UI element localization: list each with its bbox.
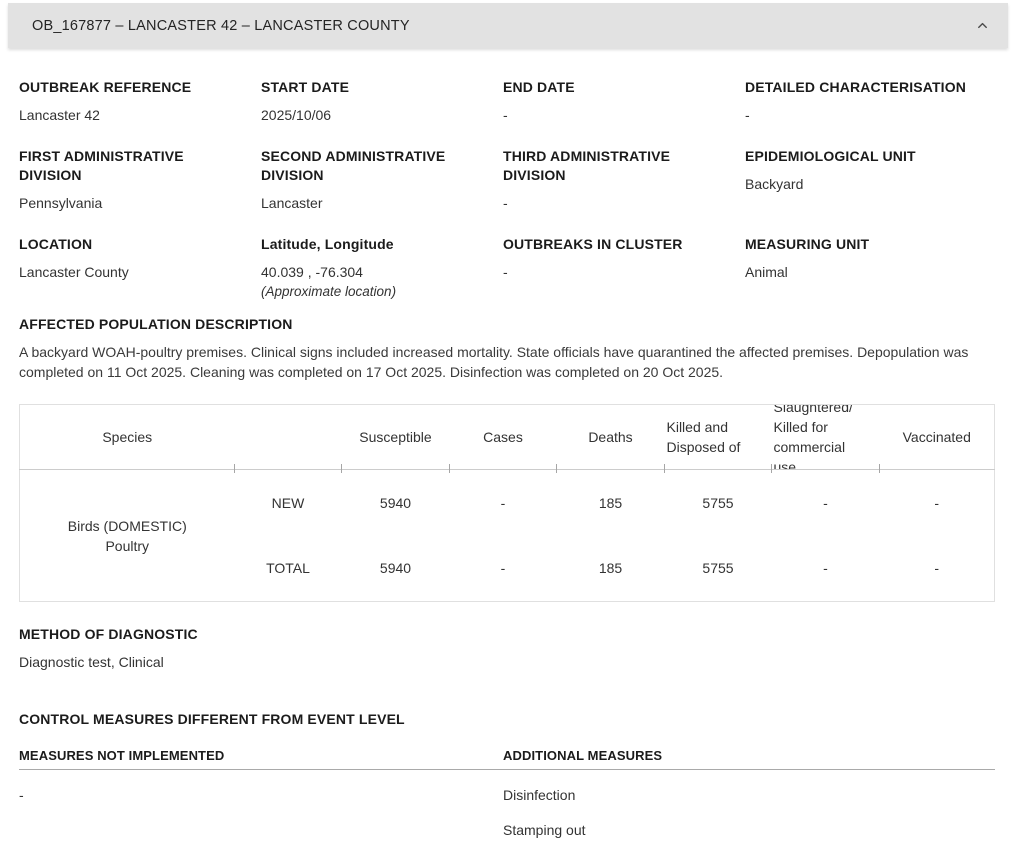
field-value: Lancaster — [261, 195, 323, 211]
measures-body: - Disinfection Stamping out — [19, 770, 995, 840]
outbreak-accordion-header[interactable]: OB_167877 – LANCASTER 42 – LANCASTER COU… — [8, 3, 1008, 48]
outbreak-fields-grid: OUTBREAK REFERENCE Lancaster 42 START DA… — [19, 78, 995, 301]
row-type-cell: TOTAL — [266, 560, 310, 577]
chevron-up-icon[interactable] — [975, 18, 990, 33]
cases-cell: - — [500, 560, 506, 577]
field-label: OUTBREAKS IN CLUSTER — [503, 236, 683, 252]
field-measuring-unit: MEASURING UNIT Animal — [745, 235, 995, 301]
field-location: LOCATION Lancaster County — [19, 235, 261, 301]
field-label: Latitude, Longitude — [261, 236, 394, 252]
field-value: - — [503, 107, 508, 123]
measures-not-implemented-list: - — [19, 770, 503, 805]
field-label: MEASURING UNIT — [745, 236, 870, 252]
approximate-location-note: (Approximate location) — [261, 284, 397, 299]
table-row-new: Birds (DOMESTIC) Poultry NEW 5940 - 185 … — [20, 470, 995, 554]
field-value: 2025/10/06 — [261, 107, 332, 123]
field-label: DETAILED CHARACTERISATION — [745, 79, 967, 95]
measure-item: - — [19, 787, 24, 803]
field-label: END DATE — [503, 79, 575, 95]
species-name-line1: Birds (DOMESTIC) — [67, 517, 187, 534]
field-outbreaks-in-cluster: OUTBREAKS IN CLUSTER - — [503, 235, 745, 301]
deaths-cell: 185 — [598, 494, 623, 511]
cases-cell: - — [500, 494, 506, 511]
vaccinated-cell: - — [934, 494, 940, 511]
field-start-date: START DATE 2025/10/06 — [261, 78, 503, 125]
col-deaths: Deaths — [555, 404, 665, 473]
field-value: Animal — [745, 264, 788, 280]
affected-population-heading: AFFECTED POPULATION DESCRIPTION — [19, 316, 293, 332]
field-third-admin-division: THIRD ADMINISTRATIVE DIVISION - — [503, 147, 745, 213]
slaughtered-cell: - — [823, 560, 828, 577]
measures-not-implemented-heading: MEASURES NOT IMPLEMENTED — [19, 748, 225, 763]
col-killed-and-disposed: Killed and Disposed of — [663, 404, 772, 473]
col-slaughtered-commercial: Slaughtered/ Killed for commercial use — [770, 404, 880, 473]
field-value: Lancaster 42 — [19, 107, 100, 123]
killed-disposed-cell: 5755 — [702, 560, 734, 577]
col-row-type — [233, 404, 342, 473]
field-label: START DATE — [261, 79, 350, 95]
method-of-diagnostic-heading: METHOD OF DIAGNOSTIC — [19, 626, 198, 642]
method-of-diagnostic-value: Diagnostic test, Clinical — [19, 654, 164, 670]
outbreak-detail-panel: OUTBREAK REFERENCE Lancaster 42 START DA… — [0, 78, 1014, 840]
measure-item: Stamping out — [503, 822, 586, 838]
field-value: - — [745, 107, 750, 123]
field-end-date: END DATE - — [503, 78, 745, 125]
col-cases: Cases — [448, 404, 557, 473]
species-cell: Birds (DOMESTIC) Poultry — [20, 470, 235, 602]
field-label: OUTBREAK REFERENCE — [19, 79, 192, 95]
measures-header-row: MEASURES NOT IMPLEMENTED ADDITIONAL MEAS… — [19, 746, 995, 770]
field-label: THIRD ADMINISTRATIVE DIVISION — [503, 148, 671, 183]
species-name-line2: Poultry — [105, 537, 150, 554]
row-type-cell: NEW — [271, 494, 305, 511]
susceptible-cell: 5940 — [379, 494, 412, 511]
slaughtered-cell: - — [823, 494, 828, 511]
field-value: Lancaster County — [19, 264, 129, 280]
table-header-row: Species Susceptible Cases Deaths Killed … — [19, 404, 995, 473]
field-label: LOCATION — [19, 236, 93, 252]
outbreak-title: OB_167877 – LANCASTER 42 – LANCASTER COU… — [32, 17, 410, 34]
field-value: - — [503, 195, 508, 211]
field-latitude-longitude: Latitude, Longitude 40.039 , -76.304 (Ap… — [261, 235, 503, 301]
field-label: SECOND ADMINISTRATIVE DIVISION — [261, 148, 446, 183]
field-outbreak-reference: OUTBREAK REFERENCE Lancaster 42 — [19, 78, 261, 125]
col-species: Species — [19, 404, 235, 470]
field-label: FIRST ADMINISTRATIVE DIVISION — [19, 148, 184, 183]
field-second-admin-division: SECOND ADMINISTRATIVE DIVISION Lancaster — [261, 147, 503, 213]
field-value: Backyard — [745, 176, 804, 192]
field-first-admin-division: FIRST ADMINISTRATIVE DIVISION Pennsylvan… — [19, 147, 261, 213]
susceptible-cell: 5940 — [379, 560, 412, 577]
species-quantities-table: Species Susceptible Cases Deaths Killed … — [19, 404, 995, 602]
control-measures-heading: CONTROL MEASURES DIFFERENT FROM EVENT LE… — [19, 711, 405, 727]
field-label: EPIDEMIOLOGICAL UNIT — [745, 148, 916, 164]
col-susceptible: Susceptible — [340, 404, 450, 473]
deaths-cell: 185 — [598, 560, 623, 577]
additional-measures-heading: ADDITIONAL MEASURES — [503, 748, 663, 763]
measure-item: Disinfection — [503, 787, 576, 803]
field-epidemiological-unit: EPIDEMIOLOGICAL UNIT Backyard — [745, 147, 995, 213]
killed-disposed-cell: 5755 — [702, 494, 734, 511]
field-value: Pennsylvania — [19, 195, 103, 211]
affected-population-text: A backyard WOAH-poultry premises. Clinic… — [19, 344, 969, 380]
col-vaccinated: Vaccinated — [878, 404, 995, 473]
vaccinated-cell: - — [934, 560, 940, 577]
additional-measures-list: Disinfection Stamping out — [503, 770, 995, 840]
field-value: 40.039 , -76.304 — [261, 264, 363, 280]
field-value: - — [503, 264, 508, 280]
field-detailed-characterisation: DETAILED CHARACTERISATION - — [745, 78, 995, 125]
